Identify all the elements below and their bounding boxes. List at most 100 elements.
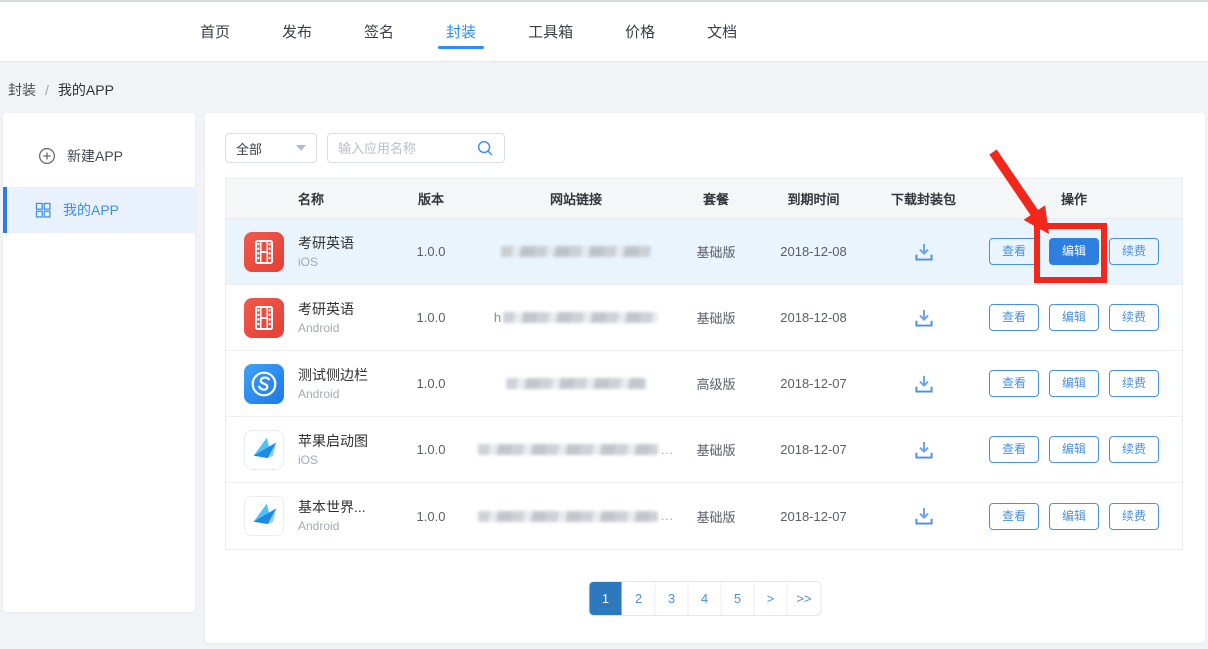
- app-name-cell: 苹果启动图 iOS: [226, 430, 396, 470]
- column-header: 到期时间: [746, 189, 881, 208]
- view-button[interactable]: 查看: [989, 370, 1039, 397]
- column-header: 版本: [396, 189, 466, 208]
- package-cell: 基础版: [686, 507, 746, 526]
- download-icon[interactable]: [911, 437, 937, 463]
- app-name-cell: 基本世界...Android: [226, 496, 396, 536]
- top-navigation: 首页发布签名封装工具箱价格文档: [0, 0, 1208, 62]
- search-icon[interactable]: [476, 139, 494, 157]
- tab-package[interactable]: 封装: [444, 2, 478, 61]
- edit-button[interactable]: 编辑: [1049, 436, 1099, 463]
- table-body: 考研英语iOS1.0.0基础版2018-12-08查看编辑续费考研英语Andro…: [226, 219, 1182, 549]
- page-button-1[interactable]: 1: [590, 582, 623, 615]
- column-header: 下载封装包: [881, 189, 966, 208]
- search-input[interactable]: [338, 141, 476, 156]
- view-button[interactable]: 查看: [989, 304, 1039, 331]
- package-cell: 基础版: [686, 242, 746, 261]
- link-cell: h: [466, 310, 686, 325]
- pagination: 12345>>>: [589, 581, 822, 616]
- table-row: 苹果启动图 iOS 1.0.0... 基础版2018-12-07 查看编辑续费: [226, 417, 1182, 483]
- app-platform: iOS: [298, 255, 354, 269]
- column-header: 名称: [226, 189, 396, 208]
- tab-signature[interactable]: 签名: [362, 2, 396, 61]
- masked-link: [503, 312, 658, 323]
- app-platform: iOS: [298, 453, 368, 467]
- app-table: 名称版本网站链接套餐到期时间下载封装包操作 考研英语iOS1.0.0基础版201…: [225, 178, 1183, 550]
- nav-tabs: 首页发布签名封装工具箱价格文档: [198, 2, 739, 61]
- s-logo-app-icon: [244, 364, 284, 404]
- actions-cell: 查看编辑续费: [966, 238, 1182, 265]
- breadcrumb-separator: /: [45, 82, 49, 98]
- actions-cell: 查看编辑续费: [966, 304, 1182, 331]
- sidebar: 新建APP 我的APP: [3, 113, 195, 612]
- link-cell: [466, 246, 686, 257]
- download-icon[interactable]: [911, 371, 937, 397]
- film-app-icon: [244, 232, 284, 272]
- edit-button-row-1[interactable]: 编辑: [1049, 238, 1099, 265]
- view-button[interactable]: 查看: [989, 436, 1039, 463]
- app-platform: Android: [298, 321, 354, 335]
- app-name: 苹果启动图: [298, 433, 368, 450]
- page-button-last[interactable]: >>: [788, 582, 821, 615]
- download-icon[interactable]: [911, 503, 937, 529]
- sidebar-item-new-app[interactable]: 新建APP: [3, 133, 195, 179]
- renew-button[interactable]: 续费: [1109, 436, 1159, 463]
- actions-cell: 查看编辑续费: [966, 503, 1182, 530]
- edit-button[interactable]: 编辑: [1049, 503, 1099, 530]
- app-name: 考研英语: [298, 301, 354, 318]
- edit-button[interactable]: 编辑: [1049, 304, 1099, 331]
- table-row: 考研英语Android1.0.0h基础版2018-12-08查看编辑续费: [226, 285, 1182, 351]
- version-cell: 1.0.0: [396, 244, 466, 259]
- breadcrumb-current: 我的APP: [58, 80, 114, 100]
- version-cell: 1.0.0: [396, 376, 466, 391]
- tab-home[interactable]: 首页: [198, 2, 232, 61]
- tab-docs[interactable]: 文档: [705, 2, 739, 61]
- renew-button[interactable]: 续费: [1109, 503, 1159, 530]
- tab-publish[interactable]: 发布: [280, 2, 314, 61]
- page-button-2[interactable]: 2: [623, 582, 656, 615]
- app-name-cell: 考研英语 iOS: [226, 232, 396, 272]
- table-row: 基本世界...Android1.0.0...基础版2018-12-07查看编辑续…: [226, 483, 1182, 549]
- masked-link: [478, 444, 658, 455]
- app-name-cell: 考研英语 Android: [226, 298, 396, 338]
- table-row: 考研英语 iOS 1.0.0 基础版2018-12-08 查看编辑续费: [226, 219, 1182, 285]
- sidebar-item-label: 新建APP: [67, 146, 123, 166]
- download-icon[interactable]: [911, 239, 937, 265]
- download-cell: [881, 371, 966, 397]
- tab-toolbox[interactable]: 工具箱: [526, 2, 575, 61]
- edit-button[interactable]: 编辑: [1049, 370, 1099, 397]
- renew-button[interactable]: 续费: [1109, 370, 1159, 397]
- renew-button[interactable]: 续费: [1109, 304, 1159, 331]
- view-button[interactable]: 查看: [989, 503, 1039, 530]
- version-cell: 1.0.0: [396, 310, 466, 325]
- tab-price[interactable]: 价格: [623, 2, 657, 61]
- view-button[interactable]: 查看: [989, 238, 1039, 265]
- app-name: 基本世界...: [298, 499, 366, 516]
- package-cell: 基础版: [686, 440, 746, 459]
- app-name: 考研英语: [298, 235, 354, 252]
- page-button-4[interactable]: 4: [689, 582, 722, 615]
- download-cell: [881, 305, 966, 331]
- link-prefix: h: [494, 310, 501, 325]
- expiry-cell: 2018-12-08: [746, 310, 881, 325]
- breadcrumb-section[interactable]: 封装: [8, 80, 36, 100]
- version-cell: 1.0.0: [396, 442, 466, 457]
- actions-cell: 查看编辑续费: [966, 436, 1182, 463]
- column-header: 操作: [966, 189, 1182, 208]
- download-cell: [881, 239, 966, 265]
- expiry-cell: 2018-12-08: [746, 244, 881, 259]
- link-suffix: ...: [661, 443, 674, 457]
- masked-link: [501, 246, 651, 257]
- sidebar-item-my-app[interactable]: 我的APP: [3, 187, 195, 233]
- chevron-down-icon: [296, 145, 306, 151]
- sidebar-item-label: 我的APP: [63, 200, 119, 220]
- page-button-3[interactable]: 3: [656, 582, 689, 615]
- version-cell: 1.0.0: [396, 509, 466, 524]
- download-icon[interactable]: [911, 305, 937, 331]
- table-row: 测试侧边栏Android1.0.0高级版2018-12-07查看编辑续费: [226, 351, 1182, 417]
- page-button-next[interactable]: >: [755, 582, 788, 615]
- renew-button[interactable]: 续费: [1109, 238, 1159, 265]
- package-cell: 高级版: [686, 374, 746, 393]
- page-button-5[interactable]: 5: [722, 582, 755, 615]
- expiry-cell: 2018-12-07: [746, 442, 881, 457]
- category-dropdown[interactable]: 全部: [225, 133, 317, 163]
